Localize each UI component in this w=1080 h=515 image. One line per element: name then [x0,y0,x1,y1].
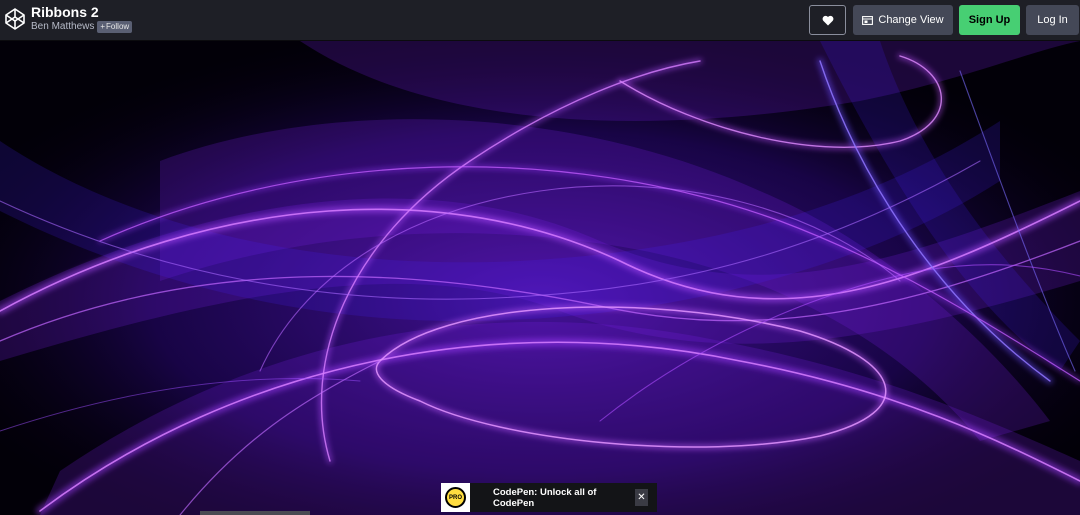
log-in-button[interactable]: Log In [1026,5,1079,35]
sign-up-button[interactable]: Sign Up [959,5,1020,35]
pro-promo-banner[interactable]: PRO CodePen: Unlock all of CodePen ✕ [441,483,657,512]
codepen-logo-icon[interactable] [5,8,25,30]
follow-button[interactable]: + Follow [97,21,133,33]
layout-icon [862,15,874,25]
close-icon[interactable]: ✕ [635,489,648,506]
ribbons-artwork [0,41,1080,515]
follow-label: Follow [106,22,130,31]
top-bar: Ribbons 2 Ben Matthews + Follow Change V… [0,0,1080,41]
change-view-label: Change View [878,14,944,26]
horizontal-scrollbar-thumb[interactable] [200,511,310,515]
change-view-button[interactable]: Change View [853,5,953,35]
author-line: Ben Matthews + Follow [31,21,133,33]
pro-badge-icon: PRO [445,487,466,508]
plus-icon: + [100,22,106,31]
heart-icon [822,15,833,25]
pen-title: Ribbons 2 [31,4,99,20]
pen-preview-canvas[interactable] [0,41,1080,515]
pen-details: Ribbons 2 Ben Matthews + Follow [31,4,133,33]
promo-text[interactable]: CodePen: Unlock all of CodePen [493,487,633,509]
author-name[interactable]: Ben Matthews [31,21,94,33]
pro-badge-wrap: PRO [441,483,470,512]
heart-button[interactable] [809,5,846,35]
